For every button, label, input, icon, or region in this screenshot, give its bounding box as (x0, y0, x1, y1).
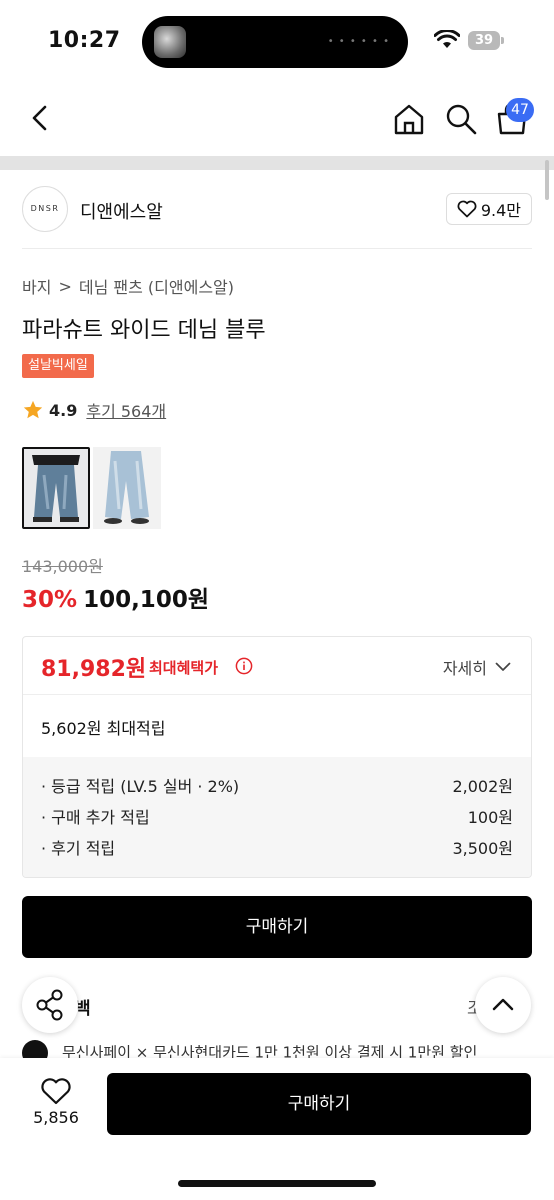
points-value: 100원 (467, 808, 513, 827)
buy-button[interactable]: 구매하기 (22, 896, 532, 958)
status-bar: 10:27 • • • • • • 39 (0, 0, 554, 84)
divider (22, 248, 532, 249)
brand-logo[interactable]: DNSR (22, 186, 68, 232)
audio-waveform-icon: • • • • • • (327, 36, 390, 47)
points-breakdown: · 등급 적립 (LV.5 실버 · 2%) 2,002원 · 구매 추가 적립… (23, 757, 531, 877)
points-label: · 구매 추가 적립 (41, 808, 150, 827)
brand-name[interactable]: 디앤에스알 (80, 198, 163, 224)
brand-row[interactable]: DNSR 디앤에스알 9.4만 (22, 184, 532, 234)
points-label: · 후기 적립 (41, 839, 116, 858)
info-icon[interactable] (235, 657, 253, 675)
points-value: 2,002원 (452, 777, 513, 796)
home-indicator[interactable] (178, 1180, 376, 1187)
points-row: · 후기 적립 3,500원 (41, 835, 513, 866)
benefit-detail-toggle[interactable]: 자세히 (443, 655, 511, 679)
jeans-front-image (24, 449, 88, 527)
bottom-buy-button[interactable]: 구매하기 (107, 1073, 531, 1135)
benefit-header[interactable]: 81,982원 최대혜택가 자세히 (23, 637, 531, 695)
points-row: · 등급 적립 (LV.5 실버 · 2%) 2,002원 (41, 773, 513, 804)
now-playing-artwork (154, 26, 186, 58)
price-row: 30% 100,100원 (22, 580, 209, 614)
home-icon[interactable] (392, 102, 426, 136)
points-value: 3,500원 (452, 839, 513, 858)
wishlist-count: 5,856 (33, 1108, 79, 1127)
star-icon (23, 400, 43, 419)
brand-like-button[interactable]: 9.4만 (445, 193, 532, 225)
original-price: 143,000원 (22, 557, 103, 576)
cart-count-badge: 47 (506, 98, 534, 122)
battery-indicator: 39 (468, 31, 500, 50)
max-points-title: 5,602원 최대적립 (41, 719, 166, 738)
status-time: 10:27 (48, 28, 121, 53)
breadcrumb-subcategory[interactable]: 데님 팬츠 (디앤에스알) (79, 274, 234, 298)
bottom-action-bar: 5,856 구매하기 (0, 1058, 554, 1200)
best-benefit-label: 최대혜택가 (149, 659, 219, 677)
benefit-box: 81,982원 최대혜택가 자세히 5,602원 최대적립 · 등급 적립 (L… (22, 636, 532, 878)
detail-label: 자세히 (442, 659, 487, 678)
product-thumbnail[interactable] (93, 447, 161, 529)
discount-rate: 30% (22, 587, 78, 613)
section-divider (0, 156, 554, 170)
rating-row: 4.9 후기 564개 (22, 398, 166, 422)
product-title: 파라슈트 와이드 데님 블루 (22, 318, 266, 343)
share-icon (36, 989, 63, 1021)
wishlist-heart-icon[interactable] (40, 1076, 72, 1106)
rating-value: 4.9 (49, 400, 78, 420)
scrollbar[interactable] (545, 160, 549, 200)
dynamic-island: • • • • • • (142, 16, 408, 68)
sale-price: 100,100원 (83, 587, 209, 613)
jeans-side-image (93, 447, 161, 529)
top-nav-bar (0, 84, 554, 156)
points-label: · 등급 적립 (LV.5 실버 · 2%) (41, 777, 240, 796)
breadcrumb-separator: > (58, 276, 72, 296)
sale-badge: 설날빅세일 (22, 354, 94, 378)
breadcrumb: 바지 > 데님 팬츠 (디앤에스알) (22, 274, 234, 298)
share-button[interactable] (22, 977, 78, 1033)
brand-like-count: 9.4만 (480, 201, 521, 220)
search-icon[interactable] (444, 102, 478, 136)
best-benefit-price: 81,982원 (41, 657, 147, 682)
scroll-to-top-button[interactable] (475, 977, 531, 1033)
heart-outline-icon (457, 200, 477, 218)
points-row: · 구매 추가 적립 100원 (41, 804, 513, 835)
back-arrow-icon[interactable] (22, 100, 58, 136)
wifi-icon (434, 30, 460, 48)
product-thumbnail[interactable] (22, 447, 90, 529)
review-count-link[interactable]: 후기 564개 (86, 398, 166, 422)
chevron-up-icon (492, 998, 514, 1011)
breadcrumb-category[interactable]: 바지 (22, 274, 51, 298)
chevron-down-icon (495, 662, 511, 671)
battery-tip (501, 37, 504, 44)
